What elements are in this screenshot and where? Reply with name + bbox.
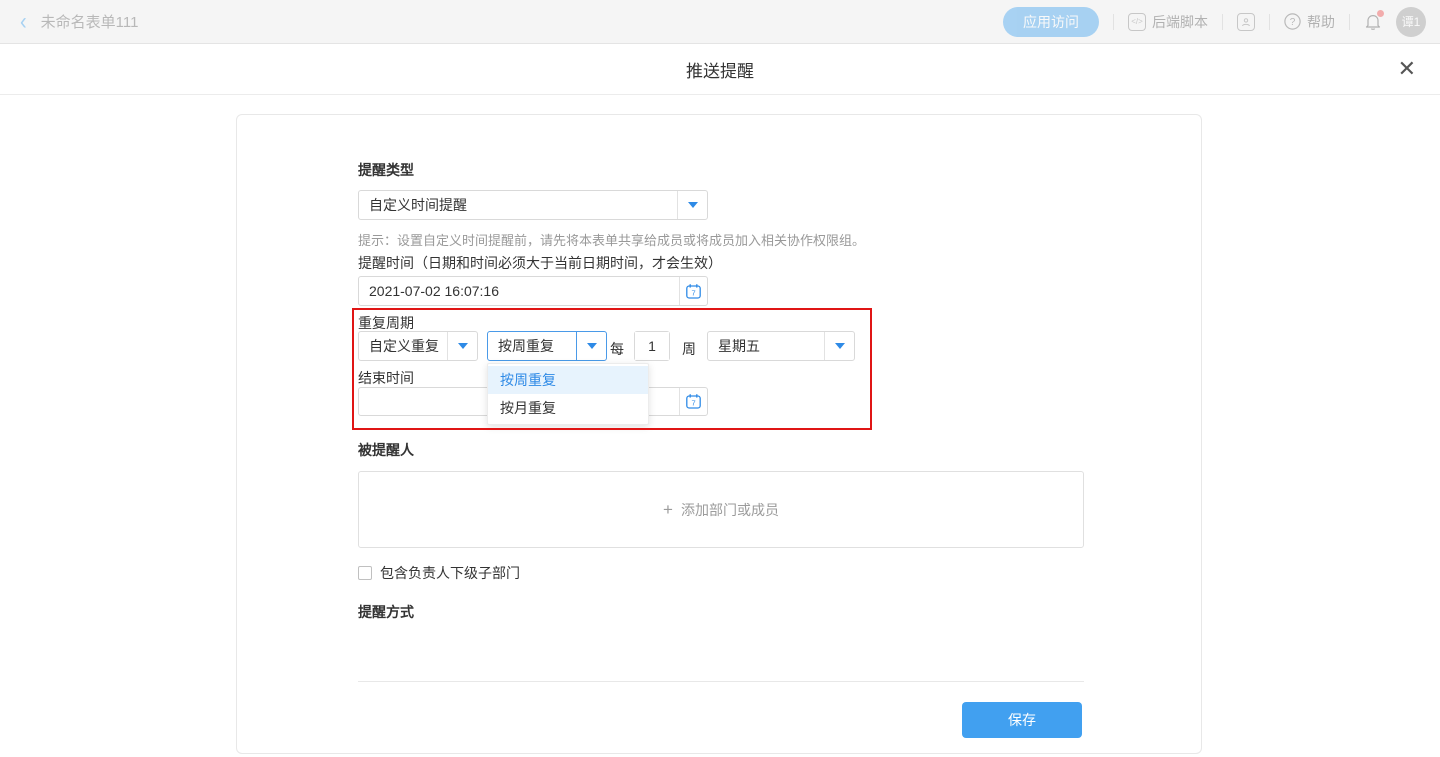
chevron-down-icon (824, 332, 854, 360)
separator (1269, 14, 1270, 30)
reminder-type-select[interactable]: 自定义时间提醒 (358, 190, 708, 220)
notification-dot (1377, 10, 1384, 17)
svg-text:7: 7 (692, 399, 696, 408)
weekday-select[interactable]: 星期五 (707, 331, 855, 361)
divider (358, 681, 1084, 682)
separator (1349, 14, 1350, 30)
interval-input-wrap (634, 331, 670, 361)
reminder-type-tip: 提示：设置自定义时间提醒前，请先将本表单共享给成员或将成员加入相关协作权限组。 (358, 230, 865, 249)
dropdown-option-monthly[interactable]: 按月重复 (488, 394, 648, 422)
backend-script-label: 后端脚本 (1152, 12, 1208, 32)
close-icon[interactable]: ✕ (1398, 58, 1416, 80)
reminder-time-label: 提醒时间（日期和时间必须大于当前日期时间，才会生效） (358, 253, 722, 273)
reminded-people-label: 被提醒人 (358, 440, 414, 460)
calendar-icon[interactable]: 7 (679, 388, 707, 415)
repeat-cycle-label: 重复周期 (358, 313, 414, 333)
push-reminder-page: ‹ 未命名表单111 应用访问 </> 后端脚本 ? (0, 0, 1440, 757)
modal-header: 推送提醒 ✕ (0, 44, 1440, 95)
repeat-frequency-select[interactable]: 按周重复 (487, 331, 607, 361)
include-sub-dept-label: 包含负责人下级子部门 (380, 563, 520, 583)
modal-title: 推送提醒 (0, 44, 1440, 94)
add-members-label: 添加部门或成员 (681, 500, 779, 520)
repeat-mode-select[interactable]: 自定义重复 (358, 331, 478, 361)
separator (1222, 14, 1223, 30)
interval-input[interactable] (635, 332, 669, 360)
avatar[interactable]: 谭1 (1396, 7, 1426, 37)
reminder-method-label: 提醒方式 (358, 602, 414, 622)
app-access-button[interactable]: 应用访问 (1003, 7, 1099, 37)
backend-script-button[interactable]: </> 后端脚本 (1128, 12, 1208, 32)
add-members-button[interactable]: + 添加部门或成员 (358, 471, 1084, 548)
address-book-icon (1237, 13, 1255, 31)
question-circle-icon: ? (1284, 13, 1301, 30)
chevron-down-icon (677, 191, 707, 219)
chevron-down-icon (447, 332, 477, 360)
code-icon: </> (1128, 13, 1146, 31)
help-label: 帮助 (1307, 12, 1335, 32)
reminder-time-input[interactable] (359, 277, 679, 305)
back-icon[interactable]: ‹ (20, 10, 27, 34)
reminder-time-input-wrap: 7 (358, 276, 708, 306)
separator (1113, 14, 1114, 30)
every-label: 每 (610, 339, 624, 359)
chevron-down-icon (576, 332, 606, 360)
form-title: 未命名表单111 (41, 11, 139, 32)
help-button[interactable]: ? 帮助 (1284, 12, 1335, 32)
svg-text:7: 7 (692, 288, 696, 297)
notifications-button[interactable] (1364, 12, 1382, 31)
include-sub-dept-row[interactable]: 包含负责人下级子部门 (358, 563, 520, 583)
dropdown-option-weekly[interactable]: 按周重复 (488, 366, 648, 394)
calendar-icon[interactable]: 7 (679, 277, 707, 305)
checkbox-icon[interactable] (358, 566, 372, 580)
repeat-frequency-dropdown: 按周重复 按月重复 (487, 363, 649, 425)
unit-label: 周 (682, 339, 696, 359)
plus-icon: + (663, 500, 673, 520)
weekday-value: 星期五 (708, 332, 824, 360)
reminder-type-label: 提醒类型 (358, 160, 414, 180)
svg-text:?: ? (1290, 17, 1296, 28)
reminder-type-value: 自定义时间提醒 (359, 191, 677, 219)
contacts-button[interactable] (1237, 13, 1255, 31)
repeat-frequency-value: 按周重复 (488, 332, 576, 360)
end-time-label: 结束时间 (358, 368, 414, 388)
repeat-mode-value: 自定义重复 (359, 332, 447, 360)
save-button[interactable]: 保存 (962, 702, 1082, 738)
top-bar: ‹ 未命名表单111 应用访问 </> 后端脚本 ? (0, 0, 1440, 44)
